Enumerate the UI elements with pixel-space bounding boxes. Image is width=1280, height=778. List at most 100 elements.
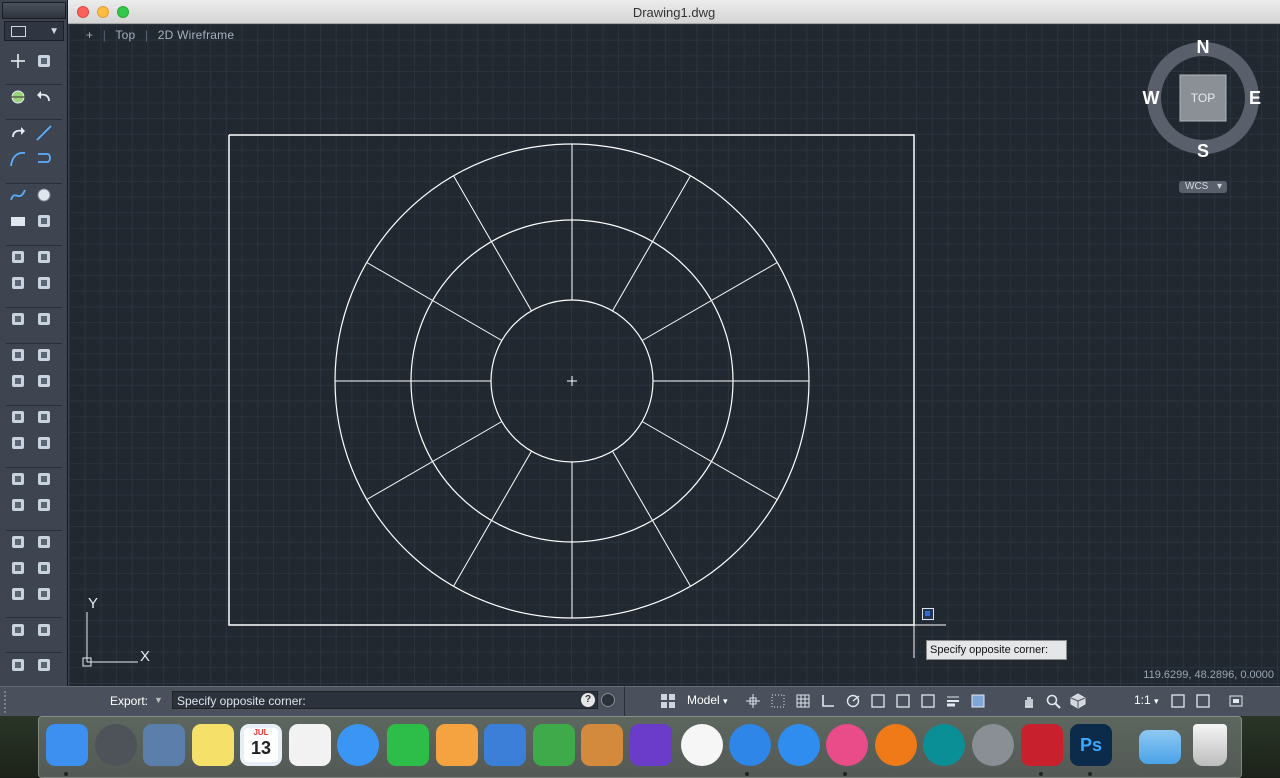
tool-scale-button[interactable]: [33, 371, 55, 391]
tool-rotate-button[interactable]: [7, 371, 29, 391]
fullscreen-toggle[interactable]: [1226, 692, 1246, 710]
tool-snap-point-button[interactable]: [7, 87, 29, 107]
object-snap-toggle[interactable]: [868, 692, 888, 710]
dock-preview-icon[interactable]: [143, 724, 185, 766]
dock-keynote-icon[interactable]: [484, 724, 526, 766]
annotation-visibility-toggle[interactable]: [1168, 692, 1188, 710]
tool-rectangle-button[interactable]: [7, 211, 29, 231]
compass-north[interactable]: N: [1197, 37, 1210, 57]
dock-photoshop-icon[interactable]: Ps: [1070, 724, 1112, 766]
tool-undo-button[interactable]: [33, 87, 55, 107]
auto-scale-toggle[interactable]: [1193, 692, 1213, 710]
tool-distance-button[interactable]: [7, 655, 29, 675]
viewcube[interactable]: TOP N S W E: [1140, 36, 1266, 164]
viewport-menu[interactable]: +: [86, 28, 93, 42]
object-snap-tracking-toggle[interactable]: [893, 692, 913, 710]
dock-system-preferences-icon[interactable]: [972, 724, 1014, 766]
snap-mode-toggle[interactable]: [743, 692, 763, 710]
lineweight-toggle[interactable]: [943, 692, 963, 710]
tool-move-button[interactable]: [33, 345, 55, 365]
ucs-y-label: Y: [88, 595, 98, 612]
tool-point-button[interactable]: [33, 51, 55, 71]
compass-south[interactable]: S: [1197, 141, 1209, 161]
dock-facetime-icon[interactable]: [387, 724, 429, 766]
palette-header[interactable]: [2, 2, 66, 19]
grid-snap-toggle[interactable]: [768, 692, 788, 710]
annotation-scale-dropdown[interactable]: 1:1 ▾: [1112, 691, 1164, 710]
dock-photos-icon[interactable]: [681, 724, 723, 766]
tool-eraser-button[interactable]: [7, 345, 29, 365]
visual-style[interactable]: 2D Wireframe: [158, 28, 234, 42]
tool-redo-button[interactable]: [7, 123, 29, 143]
tool-block-button[interactable]: [7, 407, 29, 427]
tool-region-button[interactable]: [7, 247, 29, 267]
tool-dimension-linear-button[interactable]: [33, 558, 55, 578]
tool-fillet-button[interactable]: [33, 495, 55, 515]
dynamic-ucs-toggle[interactable]: [918, 692, 938, 710]
compass-west[interactable]: W: [1143, 88, 1160, 108]
dock-trash-icon[interactable]: [1193, 724, 1227, 766]
dock-finder-icon[interactable]: [46, 724, 88, 766]
dock-arduino-icon[interactable]: [923, 724, 965, 766]
polar-tracking-toggle[interactable]: [843, 692, 863, 710]
dock-downloads-icon[interactable]: [1139, 730, 1181, 764]
ucs-dropdown[interactable]: WCS ▾: [1179, 181, 1227, 193]
dock-itunes-icon[interactable]: [826, 724, 868, 766]
dock-calendar-icon[interactable]: JUL 13: [240, 724, 282, 766]
tool-mirror-button[interactable]: [33, 433, 55, 453]
tool-constraint-button[interactable]: [33, 584, 55, 604]
zoom-toggle[interactable]: [1043, 692, 1063, 710]
tool-circle-button[interactable]: [33, 185, 55, 205]
tool-pen-button[interactable]: [7, 309, 29, 329]
dock-ibooks-icon[interactable]: [875, 724, 917, 766]
tool-stretch-button[interactable]: [33, 532, 55, 552]
tool-hatch-button[interactable]: [33, 273, 55, 293]
layout-grid-button[interactable]: [658, 692, 678, 710]
pan-toggle[interactable]: [1019, 692, 1039, 710]
tool-arc-button[interactable]: [7, 149, 29, 169]
command-line-collapse-button[interactable]: [601, 693, 615, 707]
command-history-arrow-icon[interactable]: ▼: [154, 695, 163, 705]
tool-measure-button[interactable]: [33, 620, 55, 640]
tool-view-button[interactable]: [7, 558, 29, 578]
tool-offset-button[interactable]: [7, 469, 29, 489]
transparency-toggle[interactable]: [968, 692, 988, 710]
model-space-dropdown[interactable]: Model ▾: [683, 691, 731, 710]
command-input[interactable]: Specify opposite corner:: [172, 691, 598, 709]
dock-reminders-icon[interactable]: [289, 724, 331, 766]
tool-edit-button[interactable]: [7, 620, 29, 640]
dock-pages-icon[interactable]: [436, 724, 478, 766]
tool-spline-button[interactable]: [7, 185, 29, 205]
tool-solid-button[interactable]: [7, 273, 29, 293]
dock-imovie-icon[interactable]: [630, 724, 672, 766]
help-button[interactable]: ?: [581, 693, 595, 707]
dock-messages-icon[interactable]: [337, 724, 379, 766]
dock-numbers-icon[interactable]: [533, 724, 575, 766]
dock-autocad-icon[interactable]: [1021, 724, 1063, 766]
tool-layer-button[interactable]: [33, 309, 55, 329]
orbit-toggle[interactable]: [1068, 692, 1088, 710]
tool-dimension-angle-button[interactable]: [7, 584, 29, 604]
command-line-grip[interactable]: [4, 691, 12, 713]
tool-mirror-3d-button[interactable]: [33, 247, 55, 267]
tool-line-button[interactable]: [33, 123, 55, 143]
tool-select-button[interactable]: [7, 51, 29, 71]
tool-chamfer-button[interactable]: [7, 532, 29, 552]
dock-app-store-icon[interactable]: [778, 724, 820, 766]
tool-polyline-button[interactable]: [33, 149, 55, 169]
compass-east[interactable]: E: [1249, 88, 1261, 108]
ortho-mode-toggle[interactable]: [818, 692, 838, 710]
dock-notes-icon[interactable]: [192, 724, 234, 766]
tool-break-button[interactable]: [33, 469, 55, 489]
tool-donut-button[interactable]: [33, 211, 55, 231]
tool-combine-button[interactable]: [33, 407, 55, 427]
tool-array-button[interactable]: [7, 433, 29, 453]
dock-launchpad-icon[interactable]: [95, 724, 137, 766]
dock-garageband-icon[interactable]: [581, 724, 623, 766]
grid-display-toggle[interactable]: [793, 692, 813, 710]
view-name[interactable]: Top: [115, 28, 135, 42]
dock-safari-icon[interactable]: [729, 724, 771, 766]
tool-zoom-window-button[interactable]: [33, 655, 55, 675]
tool-join-button[interactable]: [7, 495, 29, 515]
selection-mode-dropdown[interactable]: ▼: [4, 21, 64, 41]
